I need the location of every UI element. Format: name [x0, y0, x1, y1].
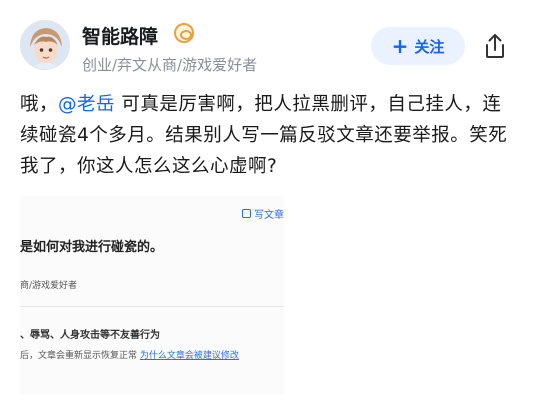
warning-link: 为什么文章会被建议修改 — [139, 351, 239, 361]
edit-icon — [242, 209, 251, 218]
screenshot-title: 是如何对我进行碰瓷的。 — [20, 240, 164, 255]
screenshot-subtitle: 商/游戏爱好者 — [20, 281, 78, 291]
plus-icon: + — [391, 34, 409, 58]
write-label: 写文章 — [254, 210, 284, 221]
attached-screenshot[interactable]: 写文章 是如何对我进行碰瓷的。 商/游戏爱好者 、辱骂、人身攻击等不友善行为 后… — [20, 196, 284, 394]
warning-text: 后，文章会重新显示恢复正常 为什么文章会被建议修改 — [20, 348, 239, 361]
follow-label: 关注 — [414, 37, 445, 56]
eye-badge-icon — [174, 23, 194, 43]
warning-heading: 、辱骂、人身攻击等不友善行为 — [20, 330, 160, 341]
share-icon[interactable] — [480, 31, 510, 61]
author-tags: 创业/弃文从商/游戏爱好者 — [82, 56, 258, 74]
avatar-illustration — [21, 21, 69, 69]
post-prefix: 哦， — [20, 94, 59, 115]
warning-text-prefix: 后，文章会重新显示恢复正常 — [20, 351, 140, 361]
write-article-link: 写文章 — [242, 206, 284, 221]
divider — [20, 306, 284, 307]
post-header: 智能路障 创业/弃文从商/游戏爱好者 + 关注 — [0, 0, 533, 84]
author-name[interactable]: 智能路障 — [82, 22, 158, 49]
avatar[interactable] — [20, 20, 70, 70]
post-body: 哦，@老岳 可真是厉害啊，把人拉黑删评，自己挂人，连续碰瓷4个多月。结果别人写一… — [20, 89, 520, 182]
share-glyph — [486, 34, 504, 58]
mention-link[interactable]: @老岳 — [58, 94, 115, 115]
screenshot-panel — [20, 196, 284, 394]
follow-button[interactable]: + 关注 — [371, 27, 465, 65]
